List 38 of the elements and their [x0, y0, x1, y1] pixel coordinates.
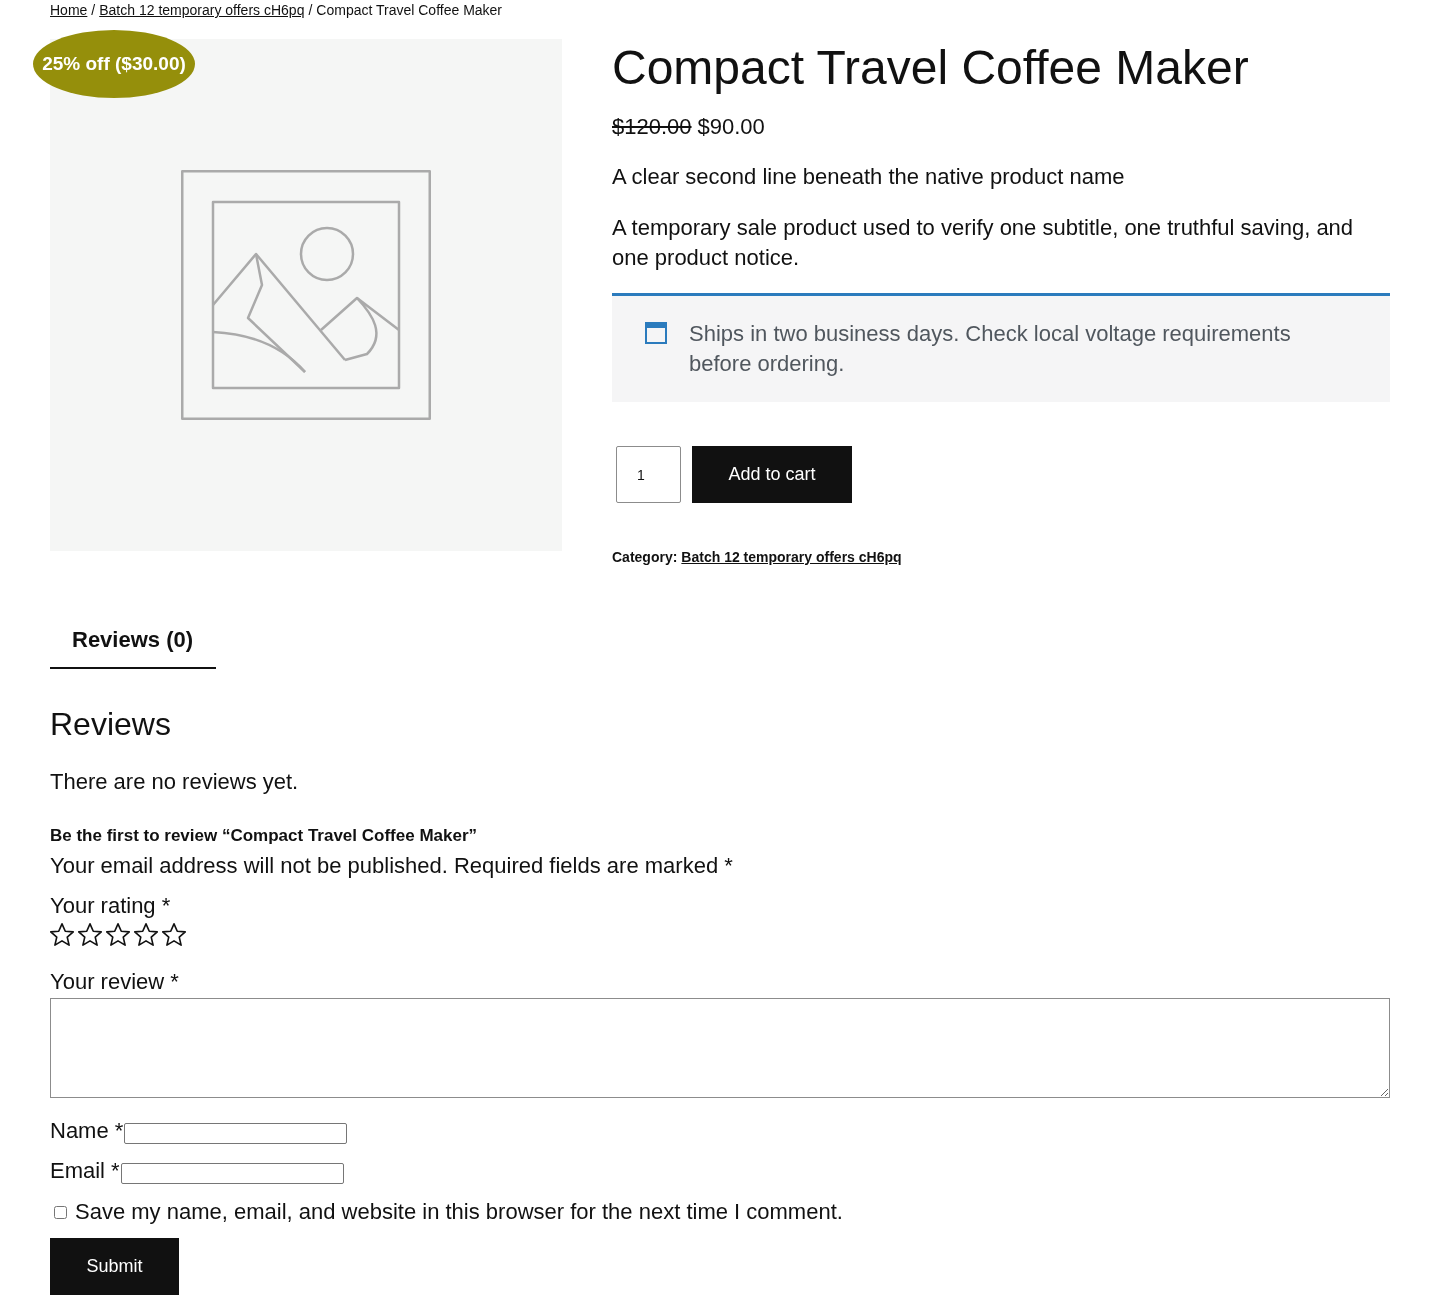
image-icon — [181, 170, 431, 420]
breadcrumb-link[interactable]: Home — [50, 0, 88, 20]
star-icon[interactable] — [134, 923, 158, 947]
reviews-tab[interactable]: Reviews (0) — [50, 615, 217, 669]
rating-label: Your rating * — [50, 892, 171, 920]
review-field[interactable] — [50, 998, 1390, 1098]
star-icon[interactable] — [162, 923, 186, 947]
star-icon[interactable] — [78, 923, 102, 947]
star-icon[interactable] — [50, 923, 74, 947]
breadcrumb-separator: / — [308, 1, 313, 20]
product-title: Compact Travel Coffee Maker — [612, 40, 1249, 96]
email-field[interactable] — [120, 1163, 344, 1184]
breadcrumb-link[interactable]: Batch 12 temporary offers cH6pq — [99, 0, 305, 20]
review-form-title: Be the first to review “Compact Travel Coffee Maker” — [50, 825, 478, 847]
product-description: A temporary sale product used to verify one subtitle, one truthful saving, and one product notice. — [612, 214, 1355, 272]
breadcrumb-separator: / — [91, 1, 96, 20]
name-label: Name * — [50, 1117, 124, 1145]
sale-badge: 25% off ($30.00) — [33, 30, 195, 98]
no-reviews-text: There are no reviews yet. — [50, 768, 299, 796]
category-link[interactable]: Batch 12 temporary offers cH6pq — [681, 547, 902, 567]
product-subtitle: A clear second line beneath the native product name — [612, 163, 1125, 191]
add-to-cart-button[interactable]: Add to cart — [692, 446, 852, 503]
email-label: Email * — [50, 1157, 120, 1185]
submit-button[interactable]: Submit — [50, 1238, 179, 1295]
notice-text: Ships in two business days. Check local voltage requirements before ordering. — [689, 320, 1292, 378]
regular-price: $120.00 — [612, 113, 692, 141]
name-field[interactable] — [124, 1123, 348, 1144]
breadcrumb-current: Compact Travel Coffee Maker — [316, 1, 503, 20]
save-info-label: Save my name, email, and website in this browser for the next time I comment. — [75, 1198, 843, 1226]
quantity-field[interactable]: 1 — [616, 446, 681, 503]
review-label: Your review * — [50, 968, 179, 996]
window-icon — [645, 322, 667, 344]
star-icon[interactable] — [106, 923, 130, 947]
reviews-heading: Reviews — [50, 705, 171, 744]
sale-price: $90.00 — [697, 113, 765, 141]
category-label: Category: — [612, 548, 678, 567]
required-note: Your email address will not be published. Required fields are marked * — [50, 852, 733, 880]
save-info-checkbox[interactable] — [54, 1205, 67, 1219]
